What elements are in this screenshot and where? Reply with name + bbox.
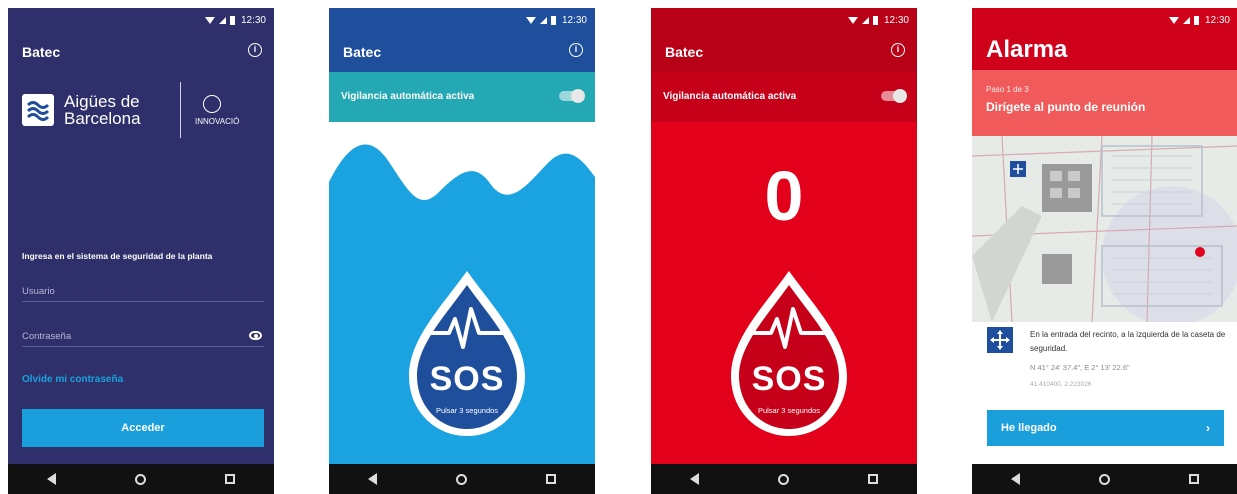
auto-surveillance-bar: Vigilancia automática activa [329, 72, 595, 122]
battery-icon [1193, 16, 1199, 25]
back-icon[interactable] [368, 473, 378, 485]
username-placeholder: Usuario [22, 286, 55, 297]
sos-label: SOS [751, 360, 827, 398]
partner-label: INNOVACIÓ [195, 116, 240, 126]
step-goal: Dirígete al punto de reunión [986, 100, 1146, 114]
coordinates-decimal: 41.410400, 2.223026 [1030, 381, 1092, 388]
aigues-logo-icon [22, 94, 54, 126]
auto-surveillance-toggle[interactable] [559, 89, 585, 103]
auto-surveillance-toggle[interactable] [881, 89, 907, 103]
meeting-point-icon [987, 327, 1013, 353]
login-button[interactable]: Acceder [22, 409, 264, 447]
android-nav-bar [972, 464, 1237, 494]
home-icon[interactable] [455, 473, 467, 485]
logo-name: Aigües de Barcelona [64, 92, 141, 128]
wifi-icon [525, 17, 536, 24]
back-icon[interactable] [47, 473, 57, 485]
innovacio-logo: INNOVACIÓ [195, 94, 240, 126]
info-icon[interactable]: i [891, 43, 905, 57]
battery-icon [229, 16, 235, 25]
auto-surveillance-label: Vigilancia automática activa [663, 91, 797, 102]
app-title: Batec [22, 44, 61, 60]
signal-icon [218, 17, 226, 24]
clock: 12:30 [561, 15, 587, 26]
clock: 12:30 [240, 15, 266, 26]
recent-apps-icon[interactable] [545, 474, 556, 484]
home-icon[interactable] [134, 473, 146, 485]
alarm-screen: 12:30 Alarma Paso 1 de 3 Dirígete al pun… [972, 8, 1237, 494]
signal-icon [539, 17, 547, 24]
password-field[interactable]: Contraseña [22, 325, 264, 347]
recent-apps-icon[interactable] [224, 474, 235, 484]
login-screen: 12:30 Batec i Aigües de Barcelona INNOVA… [8, 8, 274, 494]
password-placeholder: Contraseña [22, 331, 72, 342]
app-bar: Batec i [329, 32, 595, 72]
username-field[interactable]: Usuario [22, 280, 264, 302]
sos-label: SOS [429, 360, 505, 398]
meeting-point-description: En la entrada del recinto, a la izquierd… [1030, 330, 1226, 353]
chevron-right-icon: › [1206, 421, 1210, 435]
lightbulb-icon [203, 94, 221, 113]
clock: 12:30 [1204, 15, 1230, 26]
android-nav-bar [8, 464, 274, 494]
sos-screen-idle: 12:30 Batec i Vigilancia automática acti… [329, 8, 595, 494]
coordinates-dms: N 41° 24' 37.4", E 2° 13' 22.6" [1030, 363, 1130, 372]
battery-icon [550, 16, 556, 25]
battery-icon [872, 16, 878, 25]
wifi-icon [1168, 17, 1179, 24]
alarm-title: Alarma [986, 36, 1068, 63]
auto-surveillance-label: Vigilancia automática activa [341, 91, 475, 102]
recent-apps-icon[interactable] [867, 474, 878, 484]
clock: 12:30 [883, 15, 909, 26]
signal-icon [1182, 17, 1190, 24]
eye-icon[interactable] [249, 331, 262, 340]
wifi-icon [204, 17, 215, 24]
android-nav-bar [329, 464, 595, 494]
signal-icon [861, 17, 869, 24]
sos-hint: Pulsar 3 segundos [757, 406, 821, 415]
info-icon[interactable]: i [248, 43, 262, 57]
auto-surveillance-bar: Vigilancia automática activa [651, 72, 917, 122]
step-indicator: Paso 1 de 3 [986, 85, 1029, 94]
back-icon[interactable] [1011, 473, 1021, 485]
status-bar: 12:30 [972, 8, 1237, 32]
site-map[interactable] [972, 136, 1237, 322]
recent-apps-icon[interactable] [1188, 474, 1199, 484]
arrived-button-label: He llegado [1001, 422, 1057, 434]
app-bar: Batec i [651, 32, 917, 72]
wifi-icon [847, 17, 858, 24]
app-title: Batec [665, 44, 704, 60]
sos-hint: Pulsar 3 segundos [435, 406, 499, 415]
forgot-password-link[interactable]: Olvide mi contraseña [22, 374, 123, 385]
sos-button[interactable]: SOS Pulsar 3 segundos [719, 261, 859, 441]
home-icon[interactable] [1098, 473, 1110, 485]
logo-area: Aigües de Barcelona INNOVACIÓ [22, 80, 264, 140]
countdown-number: 0 [764, 157, 804, 235]
arrived-button[interactable]: He llegado › [987, 410, 1224, 446]
app-bar: Batec i [8, 32, 274, 72]
info-icon[interactable]: i [569, 43, 583, 57]
logo-divider [180, 82, 181, 138]
alarm-header: Alarma [972, 32, 1237, 70]
status-bar: 12:30 [8, 8, 274, 32]
app-title: Batec [343, 44, 382, 60]
android-nav-bar [651, 464, 917, 494]
sos-button[interactable]: SOS Pulsar 3 segundos [397, 261, 537, 441]
back-icon[interactable] [690, 473, 700, 485]
status-bar: 12:30 [651, 8, 917, 32]
sos-screen-countdown: 12:30 Batec i Vigilancia automática acti… [651, 8, 917, 494]
login-prompt: Ingresa en el sistema de seguridad de la… [22, 251, 213, 261]
status-bar: 12:30 [329, 8, 595, 32]
home-icon[interactable] [777, 473, 789, 485]
step-bar: Paso 1 de 3 Dirígete al punto de reunión [972, 70, 1237, 136]
